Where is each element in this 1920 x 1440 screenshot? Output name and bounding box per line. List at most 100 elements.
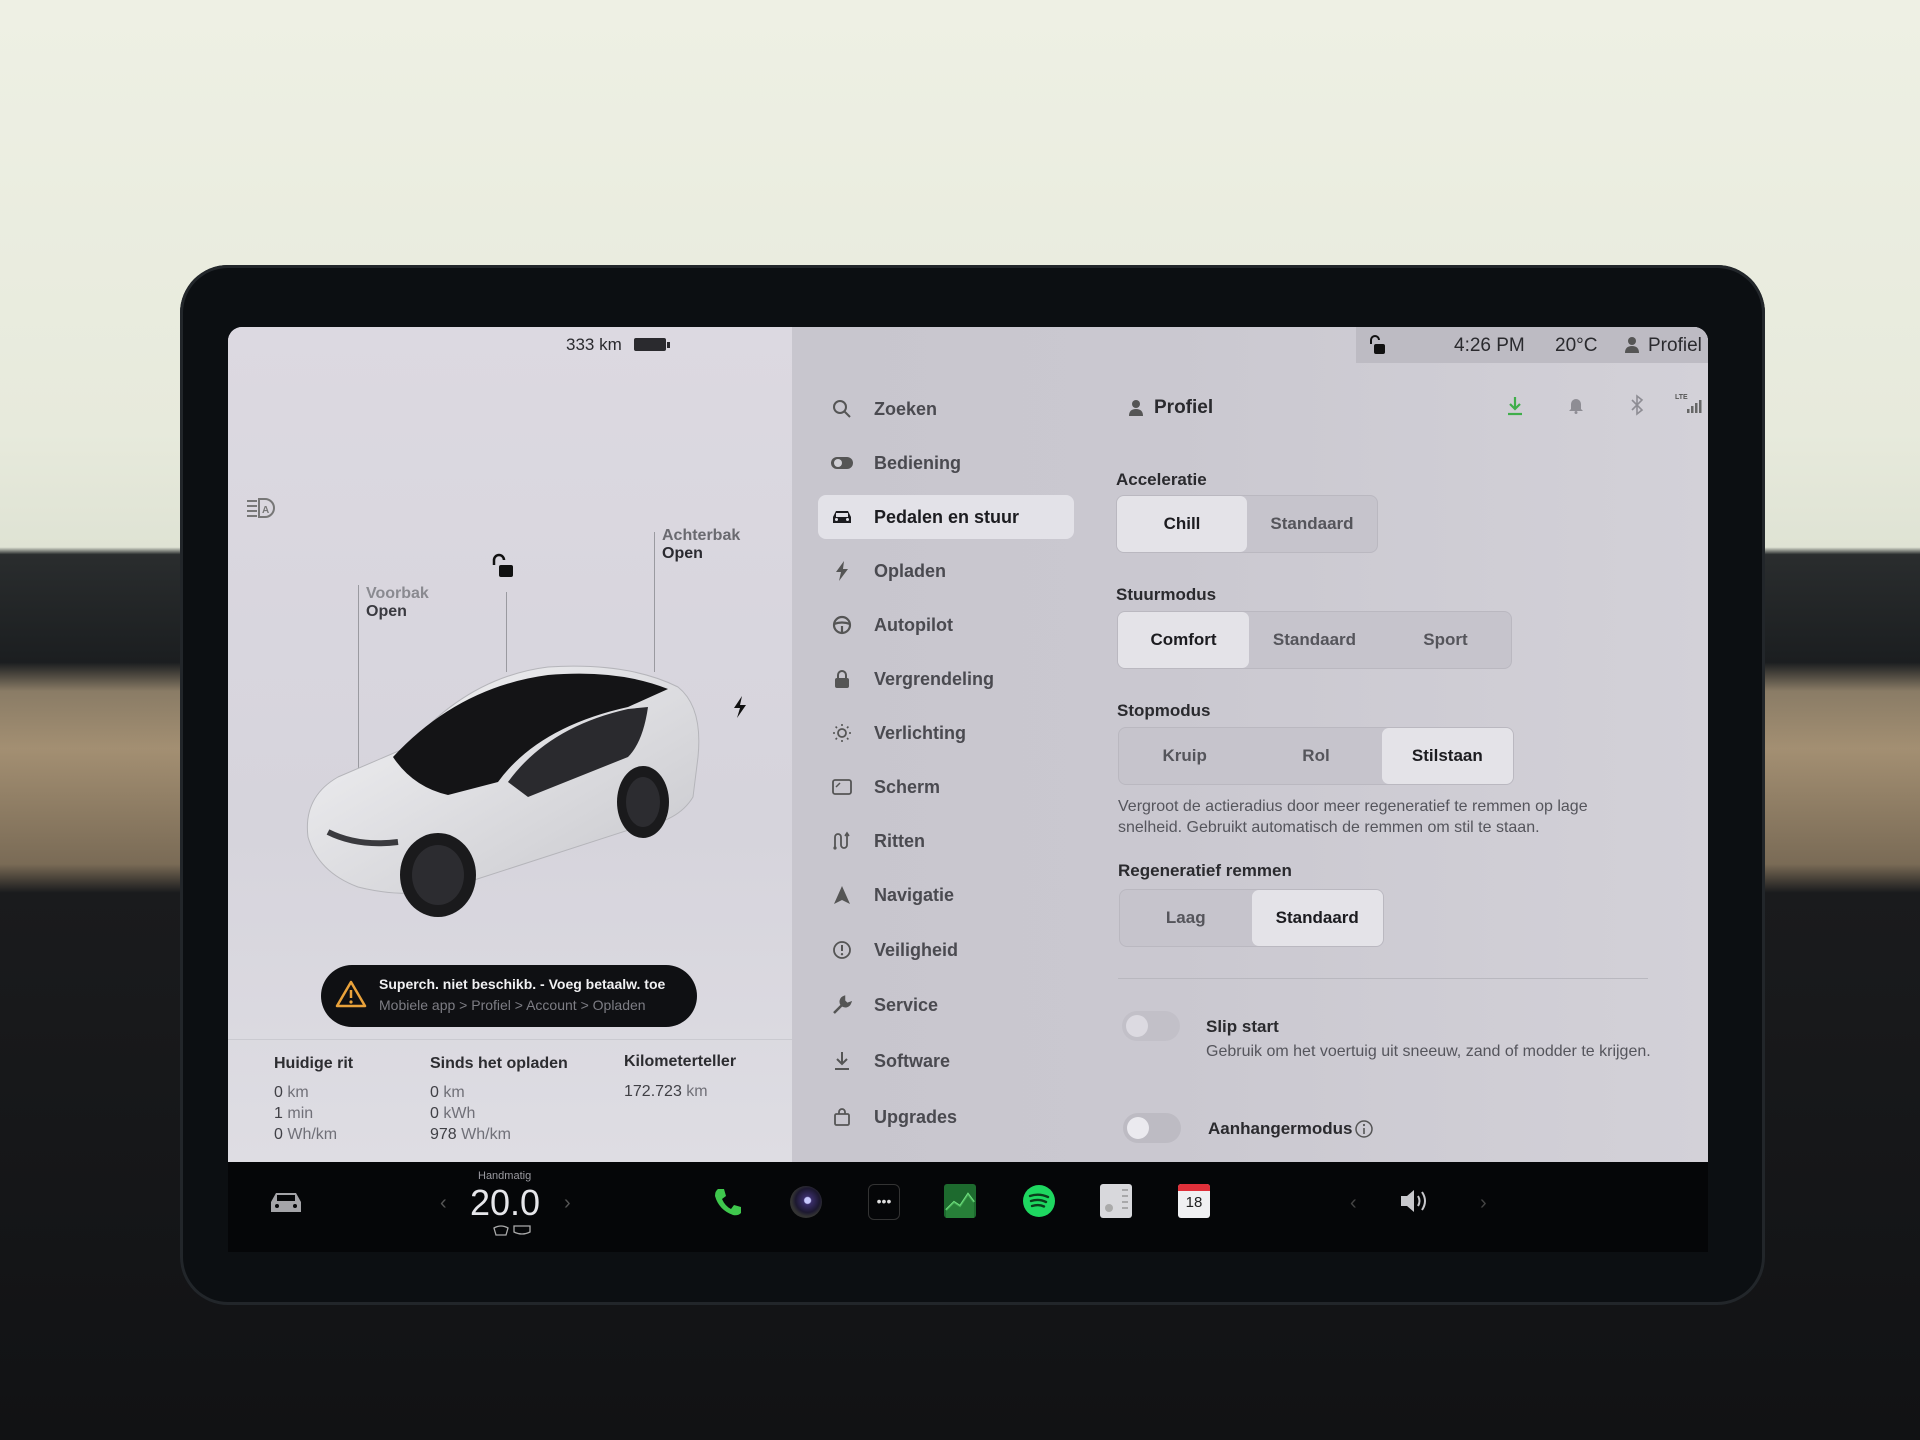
- calendar-header: [1178, 1184, 1210, 1191]
- volume-increase-button[interactable]: ›: [1480, 1192, 1487, 1215]
- defrost-icons[interactable]: [492, 1224, 532, 1243]
- lock-icon: [830, 667, 854, 691]
- range-readout: 333 km: [566, 335, 622, 354]
- phone-app-icon[interactable]: [712, 1186, 744, 1223]
- touchscreen: 333 km A Voorbak Open Achterbak Open Sup…: [228, 327, 1708, 1162]
- trunk-button[interactable]: Achterbak Open: [662, 527, 740, 563]
- profile-header-icon: [1128, 399, 1144, 422]
- stuurmodus-option-standaard[interactable]: Standaard: [1249, 612, 1380, 668]
- download-status-icon[interactable]: [1506, 396, 1524, 421]
- nav-item-scherm[interactable]: Scherm: [818, 765, 1074, 809]
- stopmodus-description: Vergroot de actieradius door meer regene…: [1118, 798, 1588, 836]
- stopmodus-option-kruip[interactable]: Kruip: [1119, 728, 1250, 784]
- nav-item-veiligheid[interactable]: Veiligheid: [818, 928, 1074, 972]
- profile-header-button[interactable]: Profiel: [1154, 397, 1213, 419]
- nav-item-vergrendeling[interactable]: Vergrendeling: [818, 657, 1074, 701]
- settings-panel: 4:26 PM 20°C Profiel SOS Zoeken Bedienin…: [792, 327, 1708, 1162]
- trailer-mode-toggle[interactable]: [1123, 1113, 1181, 1143]
- nav-item-service[interactable]: Service: [818, 983, 1074, 1027]
- charge-port-icon[interactable]: [732, 695, 748, 724]
- trunk-state: Open: [662, 545, 703, 562]
- battery-icon: [634, 338, 666, 351]
- stat-title-since-charge: Sinds het opladen: [430, 1055, 568, 1072]
- section-divider: [1118, 978, 1648, 979]
- cabin-temperature[interactable]: 20.0: [470, 1182, 540, 1224]
- acceleratie-selector: Chill Standaard: [1116, 495, 1378, 553]
- volume-icon[interactable]: [1398, 1186, 1432, 1221]
- trailer-mode-title: Aanhangermodus: [1208, 1119, 1353, 1138]
- stat-title-odometer: Kilometerteller: [624, 1053, 737, 1070]
- frunk-button[interactable]: Voorbak Open: [366, 585, 429, 621]
- clock: 4:26 PM: [1454, 335, 1525, 356]
- regeneratief-selector: Laag Standaard: [1119, 889, 1384, 947]
- safety-icon: [830, 938, 854, 962]
- alert-title: Superch. niet beschikb. - Voeg betaalw. …: [379, 976, 666, 992]
- regeneratief-option-standaard[interactable]: Standaard: [1251, 890, 1383, 946]
- regeneratief-title: Regeneratief remmen: [1118, 861, 1292, 880]
- stat-title-current-trip: Huidige rit: [274, 1055, 354, 1072]
- slip-start-toggle[interactable]: [1122, 1011, 1180, 1041]
- nav-item-pedalen-en-stuur[interactable]: Pedalen en stuur: [818, 495, 1074, 539]
- supercharger-alert[interactable]: Superch. niet beschikb. - Voeg betaalw. …: [321, 965, 697, 1027]
- toggle-knob: [1126, 1015, 1148, 1037]
- more-apps-button[interactable]: •••: [868, 1184, 900, 1220]
- bottom-dock: ‹ Handmatig 20.0 › ••• 18 ‹ ›: [228, 1162, 1708, 1252]
- unlocked-padlock-icon[interactable]: [490, 553, 516, 584]
- lte-signal-icon: LTE: [1675, 391, 1707, 420]
- temp-decrease-button[interactable]: ‹: [440, 1192, 447, 1215]
- outside-temperature: 20°C: [1555, 335, 1598, 356]
- frunk-state: Open: [366, 603, 407, 620]
- lock-status-icon[interactable]: [1368, 335, 1386, 360]
- car-image: [298, 647, 718, 917]
- stopmodus-option-rol[interactable]: Rol: [1250, 728, 1381, 784]
- camera-app-icon[interactable]: [790, 1186, 822, 1218]
- bolt-icon: [830, 559, 854, 583]
- stuurmodus-selector: Comfort Standaard Sport: [1117, 611, 1512, 669]
- nav-item-ritten[interactable]: Ritten: [818, 819, 1074, 863]
- climate-mode-label: Handmatig: [478, 1170, 532, 1182]
- navigation-icon: [830, 883, 854, 907]
- stuurmodus-option-sport[interactable]: Sport: [1380, 612, 1511, 668]
- nav-item-navigatie[interactable]: Navigatie: [818, 873, 1074, 917]
- nav-item-zoeken[interactable]: Zoeken: [818, 387, 1074, 431]
- toggle-knob: [1127, 1117, 1149, 1139]
- nav-item-verlichting[interactable]: Verlichting: [818, 711, 1074, 755]
- search-icon: [830, 397, 854, 421]
- warning-icon: [335, 979, 367, 1014]
- volume-decrease-button[interactable]: ‹: [1350, 1192, 1357, 1215]
- nav-item-autopilot[interactable]: Autopilot: [818, 603, 1074, 647]
- nav-item-opladen[interactable]: Opladen: [818, 549, 1074, 593]
- stopmodus-selector: Kruip Rol Stilstaan: [1118, 727, 1514, 785]
- acceleratie-option-chill[interactable]: Chill: [1117, 496, 1247, 552]
- profile-button[interactable]: Profiel: [1648, 335, 1702, 357]
- info-icon[interactable]: [1354, 1119, 1374, 1144]
- auto-headlights-icon[interactable]: A: [246, 497, 278, 519]
- trunk-label: Achterbak: [662, 527, 741, 544]
- car-panel: 333 km A Voorbak Open Achterbak Open Sup…: [228, 327, 792, 1162]
- spotify-app-icon[interactable]: [1022, 1184, 1056, 1223]
- nav-item-upgrades[interactable]: Upgrades: [818, 1095, 1074, 1139]
- toybox-app-icon[interactable]: [1100, 1184, 1132, 1223]
- bag-icon: [830, 1105, 854, 1129]
- profile-icon[interactable]: [1624, 336, 1640, 359]
- temp-increase-button[interactable]: ›: [564, 1192, 571, 1215]
- steering-wheel-icon: [830, 613, 854, 637]
- download-icon: [830, 1049, 854, 1073]
- calendar-app-icon[interactable]: 18: [1178, 1184, 1210, 1218]
- bluetooth-icon[interactable]: [1630, 394, 1644, 421]
- acceleratie-option-standaard[interactable]: Standaard: [1247, 496, 1377, 552]
- nav-item-software[interactable]: Software: [818, 1039, 1074, 1083]
- nav-item-bediening[interactable]: Bediening: [818, 441, 1074, 485]
- regeneratief-option-laag[interactable]: Laag: [1120, 890, 1252, 946]
- notification-bell-icon[interactable]: [1568, 396, 1584, 419]
- alert-subtitle: Mobiele app > Profiel > Account > Oplade…: [379, 997, 646, 1013]
- toggle-icon: [830, 451, 854, 475]
- energy-app-icon[interactable]: [944, 1184, 976, 1223]
- wrench-icon: [830, 993, 854, 1017]
- slip-start-title: Slip start: [1206, 1017, 1279, 1036]
- car-settings-button[interactable]: [268, 1190, 304, 1221]
- stopmodus-option-stilstaan[interactable]: Stilstaan: [1381, 728, 1513, 784]
- light-icon: [830, 721, 854, 745]
- battery-tip: [667, 342, 670, 348]
- stuurmodus-option-comfort[interactable]: Comfort: [1118, 612, 1249, 668]
